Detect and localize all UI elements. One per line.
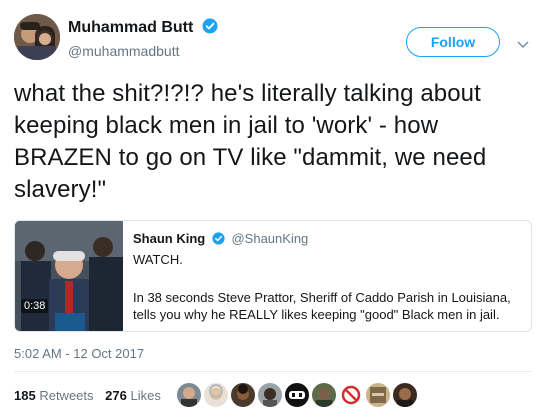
liker-avatar[interactable] (311, 382, 337, 408)
quoted-text-line1: WATCH. (133, 252, 183, 267)
likes-label: Likes (130, 388, 161, 403)
tweet-text: what the shit?!?!? he's literally talkin… (14, 80, 487, 203)
follow-button[interactable]: Follow (406, 27, 500, 57)
tweet-timestamp[interactable]: 5:02 AM - 12 Oct 2017 (14, 346, 144, 361)
liker-avatar[interactable] (284, 382, 310, 408)
quoted-tweet[interactable]: 0:38 Shaun King @ShaunKing WATCH. In 38 … (14, 220, 532, 332)
author-avatar[interactable] (14, 14, 60, 60)
author-display-name[interactable]: Muhammad Butt (68, 19, 193, 37)
liker-avatar[interactable] (176, 382, 202, 408)
liker-avatar[interactable] (257, 382, 283, 408)
video-duration: 0:38 (21, 299, 49, 313)
retweets-count: 185 (14, 388, 36, 403)
liker-avatar[interactable] (392, 382, 418, 408)
liker-avatar[interactable] (365, 382, 391, 408)
chevron-down-icon[interactable] (517, 36, 529, 54)
quoted-text-body: In 38 seconds Steve Prattor, Sheriff of … (133, 290, 511, 322)
retweets-stat[interactable]: 185 Retweets (14, 388, 94, 403)
author-info: Muhammad Butt @muhammadbutt (68, 18, 218, 59)
tweet-stats: 185 Retweets 276 Likes (14, 388, 161, 403)
quoted-handle[interactable]: @ShaunKing (231, 231, 308, 246)
quoted-tweet-header: Shaun King @ShaunKing (133, 231, 308, 248)
divider (14, 371, 532, 372)
verified-badge-icon (202, 18, 218, 39)
liker-avatar[interactable] (203, 382, 229, 408)
author-handle[interactable]: @muhammadbutt (68, 43, 218, 59)
likes-stat[interactable]: 276 Likes (105, 388, 161, 403)
quoted-display-name[interactable]: Shaun King (133, 231, 205, 246)
likes-count: 276 (105, 388, 127, 403)
liker-avatar[interactable] (338, 382, 364, 408)
retweets-label: Retweets (39, 388, 94, 403)
verified-badge-icon (212, 232, 225, 248)
quoted-video-thumbnail[interactable]: 0:38 (15, 221, 123, 331)
liker-avatar[interactable] (230, 382, 256, 408)
